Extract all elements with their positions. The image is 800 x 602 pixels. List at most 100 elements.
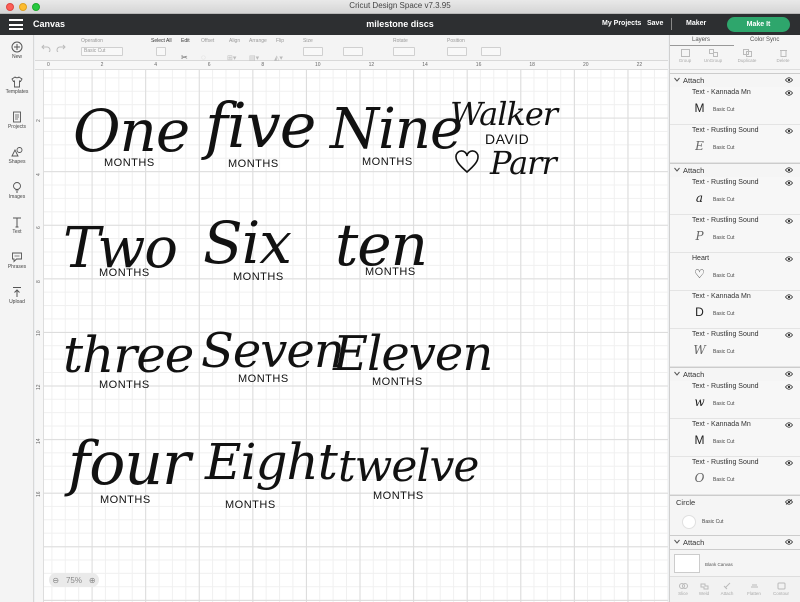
zoom-out-icon[interactable]: ⊖ xyxy=(52,576,59,585)
eye-icon[interactable] xyxy=(785,77,793,83)
tab-color-sync[interactable]: Color Sync xyxy=(750,37,779,43)
eye-icon[interactable] xyxy=(785,256,793,262)
eye-icon[interactable] xyxy=(785,332,793,338)
zoom-control[interactable]: ⊖ 75% ⊕ xyxy=(49,573,99,587)
undo-icon[interactable] xyxy=(41,44,51,52)
duplicate-button[interactable]: Duplicate xyxy=(734,49,760,63)
layer-name: Text - Rustling Sound xyxy=(692,331,759,338)
attach-button[interactable]: Attach xyxy=(714,582,740,596)
layer-group-attach[interactable]: Attach xyxy=(670,535,800,549)
contour-button[interactable]: Contour xyxy=(768,582,794,596)
layer-group-attach[interactable]: Attach xyxy=(670,73,800,87)
script-text: Eleven xyxy=(333,326,493,382)
size-height-input[interactable] xyxy=(343,47,363,56)
delete-button[interactable]: Delete xyxy=(770,49,796,63)
sidebar-label: New xyxy=(11,54,22,60)
tab-layers[interactable]: Layers xyxy=(692,37,710,43)
layer-item[interactable]: Text - Rustling Sound W Basic Cut xyxy=(670,329,800,367)
design-canvas[interactable]: 0 2 4 6 8 10 12 14 16 18 20 22 2 4 6 8 10 12 14 16 One MON… xyxy=(35,61,668,602)
layer-group-attach[interactable]: Attach xyxy=(670,163,800,177)
action-label: Slice xyxy=(678,591,688,596)
sidebar-item-text[interactable]: Text xyxy=(0,216,34,235)
eye-icon[interactable] xyxy=(785,384,793,390)
sidebar-item-images[interactable]: Images xyxy=(0,181,34,200)
layer-circle-detail[interactable]: Basic Cut xyxy=(670,511,800,533)
sidebar-item-templates[interactable]: Templates xyxy=(0,76,34,95)
my-projects-link[interactable]: My Projects xyxy=(602,20,641,27)
group-button[interactable]: Group xyxy=(672,49,698,63)
machine-select[interactable]: Maker xyxy=(686,20,706,27)
offset-icon[interactable]: ◌ xyxy=(201,47,213,62)
eye-icon[interactable] xyxy=(785,539,793,545)
sidebar-label: Phrases xyxy=(7,264,27,270)
eye-icon[interactable] xyxy=(785,90,793,96)
rotate-input[interactable] xyxy=(393,47,415,56)
sidebar-label: Shapes xyxy=(8,159,26,165)
ruler-tick-label: 10 xyxy=(315,62,321,68)
layer-item[interactable]: Text - Kannada Mn D Basic Cut xyxy=(670,291,800,329)
save-button[interactable]: Save xyxy=(647,20,663,27)
heart-icon xyxy=(455,150,479,174)
layer-group-attach[interactable]: Attach xyxy=(670,367,800,381)
size-width-input[interactable] xyxy=(303,47,323,56)
layer-item[interactable]: Text - Rustling Sound E Basic Cut xyxy=(670,125,800,163)
zoom-in-icon[interactable]: ⊕ xyxy=(89,576,96,585)
eye-icon[interactable] xyxy=(785,371,793,377)
layer-name: Text - Rustling Sound xyxy=(692,179,759,186)
group-name: Attach xyxy=(683,538,705,547)
eye-icon[interactable] xyxy=(785,167,793,173)
eye-icon[interactable] xyxy=(785,128,793,134)
sidebar-item-shapes[interactable]: Shapes xyxy=(0,146,34,165)
sidebar-item-new[interactable]: New xyxy=(0,41,34,60)
flip-icon[interactable]: ◭▾ xyxy=(274,47,290,62)
eye-icon[interactable] xyxy=(785,180,793,186)
months-text: MONTHS xyxy=(365,266,416,278)
make-it-button[interactable]: Make It xyxy=(727,17,790,32)
chevron-down-icon[interactable] xyxy=(674,167,680,172)
layer-actions: Group UnGroup Duplicate Delete xyxy=(670,46,800,70)
blank-canvas-row[interactable]: Blank Canvas xyxy=(670,549,800,577)
months-text: MONTHS xyxy=(228,158,279,170)
eye-icon[interactable] xyxy=(785,294,793,300)
project-name: milestone discs xyxy=(366,19,434,29)
sidebar-item-upload[interactable]: Upload xyxy=(0,286,34,305)
layer-item[interactable]: Heart ♡ Basic Cut xyxy=(670,253,800,291)
ruler-tick-label: 14 xyxy=(422,62,428,68)
script-text: Eight xyxy=(205,433,338,491)
align-icon[interactable]: ⊞▾ xyxy=(227,47,243,62)
ruler-tick-label: 2 xyxy=(36,119,42,122)
script-text: twelve xyxy=(338,441,479,492)
layer-item[interactable]: Text - Rustling Sound O Basic Cut xyxy=(670,457,800,495)
flatten-button[interactable]: Flatten xyxy=(741,582,767,596)
layer-item[interactable]: Text - Rustling Sound P Basic Cut xyxy=(670,215,800,253)
arrange-icon[interactable]: ▤▾ xyxy=(249,47,265,62)
layer-item[interactable]: Text - Rustling Sound w Basic Cut xyxy=(670,381,800,419)
layer-thumbnail: w xyxy=(694,395,705,409)
select-all-button[interactable] xyxy=(156,47,166,56)
blank-canvas-swatch[interactable] xyxy=(674,554,700,573)
eye-icon[interactable] xyxy=(785,422,793,428)
layer-circle[interactable]: Circle xyxy=(670,495,800,511)
chevron-down-icon[interactable] xyxy=(674,371,680,376)
layer-name: Text - Rustling Sound xyxy=(692,459,759,466)
operation-select[interactable]: Basic Cut xyxy=(81,47,123,56)
ungroup-button[interactable]: UnGroup xyxy=(700,49,726,63)
sidebar-item-projects[interactable]: Projects xyxy=(0,111,34,130)
layer-item[interactable]: Text - Rustling Sound a Basic Cut xyxy=(670,177,800,215)
sidebar-item-phrases[interactable]: Phrases xyxy=(0,251,34,270)
months-text: MONTHS xyxy=(372,376,423,388)
eye-icon[interactable] xyxy=(785,460,793,466)
layer-item[interactable]: Text - Kannada Mn M Basic Cut xyxy=(670,419,800,457)
edit-scissors-icon[interactable]: ✂ xyxy=(181,47,193,62)
position-y-input[interactable] xyxy=(481,47,501,56)
position-x-input[interactable] xyxy=(447,47,467,56)
eye-hidden-icon[interactable] xyxy=(785,499,793,505)
chevron-down-icon[interactable] xyxy=(674,539,680,544)
redo-icon[interactable] xyxy=(56,44,66,52)
chevron-down-icon[interactable] xyxy=(674,77,680,82)
eye-icon[interactable] xyxy=(785,218,793,224)
layer-item[interactable]: Text - Kannada Mn M Basic Cut xyxy=(670,87,800,125)
ruler-tick-label: 12 xyxy=(36,384,42,390)
group-icon xyxy=(680,49,690,57)
action-label: Flatten xyxy=(747,591,761,596)
